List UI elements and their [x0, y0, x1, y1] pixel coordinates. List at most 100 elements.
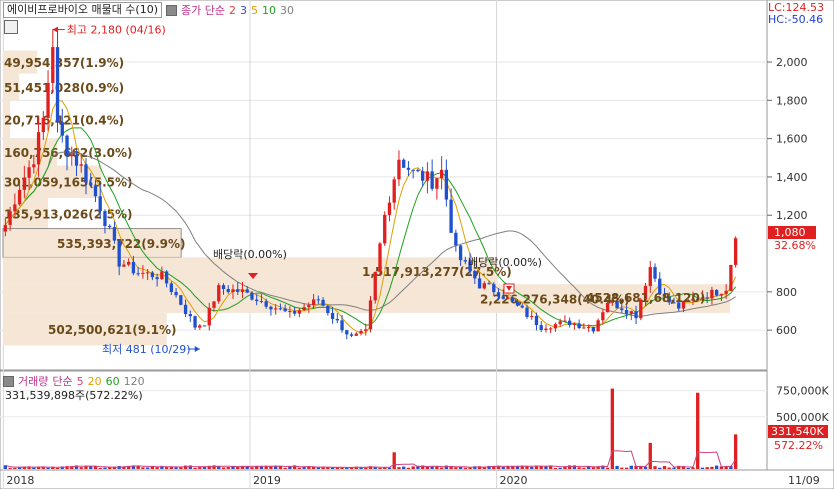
volume-ma-120: 120: [123, 374, 145, 388]
volume-bar: [615, 465, 619, 469]
volume-bar: [32, 467, 36, 469]
volume-tick-label: 750,000K: [776, 385, 829, 398]
candle-body: [568, 320, 572, 325]
volume-bar: [378, 467, 382, 469]
ma-period-3: 3: [240, 3, 247, 17]
candle-body: [160, 271, 164, 280]
volume-bar: [397, 467, 401, 469]
candle-body: [724, 290, 728, 294]
volume-bar: [705, 467, 709, 469]
candle-body: [553, 324, 558, 329]
candle-body: [330, 313, 335, 320]
candle-body: [416, 169, 420, 172]
candle-body: [292, 310, 297, 314]
volume-bar: [577, 467, 581, 469]
volume-bar: [392, 452, 396, 469]
volume-bar: [226, 467, 230, 469]
volume-bar: [430, 466, 434, 469]
calculator-icon[interactable]: [4, 20, 18, 34]
candle-body: [84, 164, 88, 183]
candle-body: [378, 243, 382, 272]
chart-canvas[interactable]: 49,954,357(1.9%) 51,451,028(0.9%) 20,716,4…: [0, 0, 834, 489]
volume-bar: [193, 467, 197, 469]
volume-bar: [530, 466, 534, 469]
candle-body: [174, 291, 178, 296]
candle-body: [8, 211, 12, 225]
candle-body: [22, 177, 26, 190]
candle-body: [387, 202, 392, 215]
candle-body: [582, 327, 586, 329]
candle-body: [705, 297, 709, 299]
volume-bar: [700, 467, 705, 469]
candle-body: [383, 214, 387, 244]
legend-square-icon: [3, 375, 14, 387]
candle-body: [473, 270, 477, 279]
current-price-value: 1,080: [774, 226, 806, 239]
candle-body: [46, 82, 50, 118]
candle-body: [454, 232, 458, 246]
candle-body: [131, 261, 136, 274]
volume-profile-extra-label: 4528,681,68,120): [586, 291, 705, 305]
candle-body: [207, 307, 211, 326]
candle-body: [558, 321, 562, 325]
candle-body: [477, 278, 482, 289]
volume-bar: [710, 466, 714, 469]
candle-body: [240, 289, 245, 292]
candle-body: [733, 238, 738, 265]
candle-body: [41, 117, 45, 133]
candle-body: [534, 315, 539, 326]
volume-bar: [425, 466, 430, 469]
candle-body: [145, 272, 150, 274]
candle-body: [715, 289, 719, 296]
dividend-annotation: 배당락(0.00%): [468, 256, 542, 269]
volume-profile-label: 51,451,028(0.9%): [4, 81, 124, 95]
volume-bar: [373, 467, 377, 469]
candle-body: [245, 289, 249, 293]
candle-body: [288, 310, 292, 312]
candle-body: [259, 301, 264, 303]
candle-body: [563, 320, 567, 322]
ma-label: 종가 단순: [181, 4, 225, 17]
candle-body: [183, 304, 188, 315]
stock-chart-window: 49,954,357(1.9%) 51,451,028(0.9%) 20,716,4…: [0, 0, 834, 489]
candle-body: [482, 283, 486, 289]
candle-body: [164, 271, 169, 284]
candle-body: [108, 225, 112, 228]
candle-body: [345, 330, 349, 335]
candle-body: [435, 178, 439, 189]
candle-body: [255, 299, 259, 302]
candle-body: [17, 189, 22, 205]
candle-body: [487, 283, 491, 285]
volume-bar: [179, 467, 183, 469]
volume-bar: [141, 467, 145, 469]
legend-square-icon: [166, 4, 178, 16]
volume-bar: [46, 467, 50, 469]
candle-body: [425, 171, 430, 181]
candle-body: [231, 289, 235, 293]
stock-title[interactable]: 에이비프로바이오 매물대 수(10): [3, 2, 163, 18]
candle-body: [27, 167, 31, 178]
current-volume-change: 572.22%: [774, 439, 823, 452]
candle-body: [492, 284, 496, 293]
candle-body: [496, 292, 501, 297]
high-annotation: 최고 2,180 (04/16): [67, 24, 166, 37]
x-tick-label: 2018: [6, 474, 34, 487]
volume-bar: [55, 467, 60, 469]
volume-bar: [145, 467, 150, 469]
ma-period-30: 30: [280, 3, 294, 17]
volume-bar: [715, 465, 719, 469]
candle-body: [302, 307, 306, 311]
volume-bar: [648, 442, 652, 469]
volume-bar: [696, 392, 700, 469]
candle-body: [316, 299, 320, 301]
candle-body: [3, 224, 8, 232]
candle-body: [458, 245, 463, 261]
volume-bar: [364, 467, 368, 469]
candle-body: [629, 311, 633, 314]
candle-body: [506, 297, 510, 299]
candle-body: [648, 267, 652, 286]
volume-bar: [221, 467, 226, 469]
ma-period-2: 2: [229, 3, 236, 17]
candle-body: [136, 273, 140, 275]
candle-body: [729, 264, 733, 291]
